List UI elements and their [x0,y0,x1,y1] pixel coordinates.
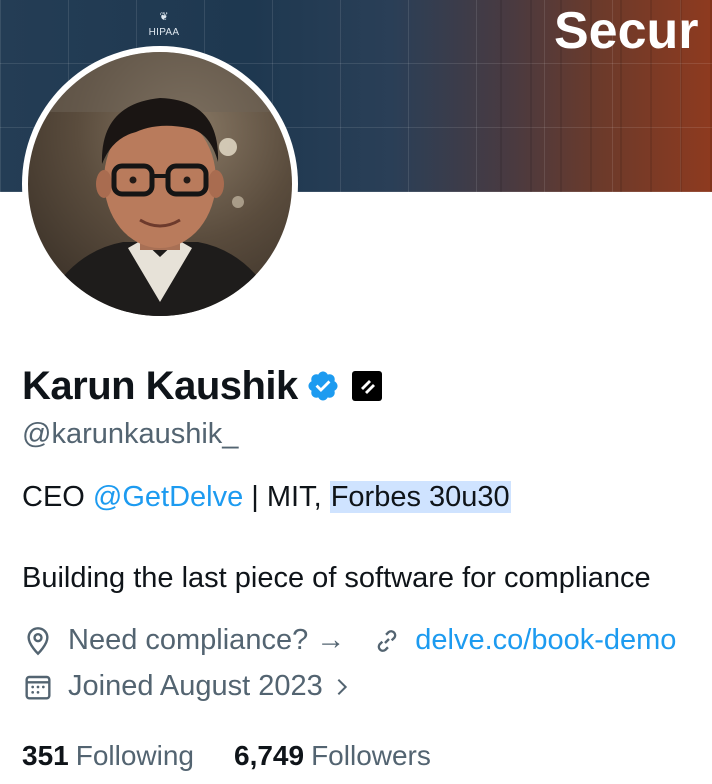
profile-handle: @karunkaushik_ [22,418,239,450]
bio-mention-link[interactable]: @GetDelve [93,481,243,513]
avatar[interactable] [22,46,298,322]
bio-middle: | MIT, [243,481,330,513]
website-link[interactable]: delve.co/book-demo [415,624,676,657]
location-text: Need compliance? → [68,624,346,656]
follow-counts: 351 Following 6,749 Followers [22,740,431,772]
hipaa-badge: ❦ HIPAA [134,0,194,48]
bio-highlighted-text: Forbes 30u30 [329,481,511,513]
followers-link[interactable]: 6,749 Followers [234,740,431,772]
profile-joined-row: Joined August 2023 [22,670,353,703]
profile-meta-row: Need compliance? → delve.co/book-demo [22,624,676,657]
bio-line-2: Building the last piece of software for … [22,562,651,594]
calendar-icon [25,675,51,700]
affiliate-logo-icon[interactable] [351,371,382,401]
bio-line-1: CEO @GetDelve | MIT, Forbes 30u30 [22,481,511,514]
banner-headline: Secur [554,2,699,60]
followers-count: 6,749 [234,740,305,771]
following-label: Following [75,740,194,771]
following-link[interactable]: 351 Following [22,740,194,772]
eagle-icon: ❦ [159,10,169,23]
following-count: 351 [22,740,69,771]
avatar-photo [28,52,292,316]
profile-name: Karun Kaushik [22,363,298,408]
avatar-portrait-illustration [28,52,292,316]
link-icon [377,629,397,652]
profile-name-row: Karun Kaushik [22,362,382,410]
verified-badge-icon[interactable] [306,369,340,403]
location-pin-icon [27,626,49,655]
hipaa-badge-label: HIPAA [148,26,180,38]
chevron-right-icon[interactable] [331,676,353,698]
joined-date: Joined August 2023 [68,670,323,702]
followers-label: Followers [311,740,431,771]
affiliate-logo-glyph [360,380,375,394]
bio-prefix: CEO [22,481,93,513]
